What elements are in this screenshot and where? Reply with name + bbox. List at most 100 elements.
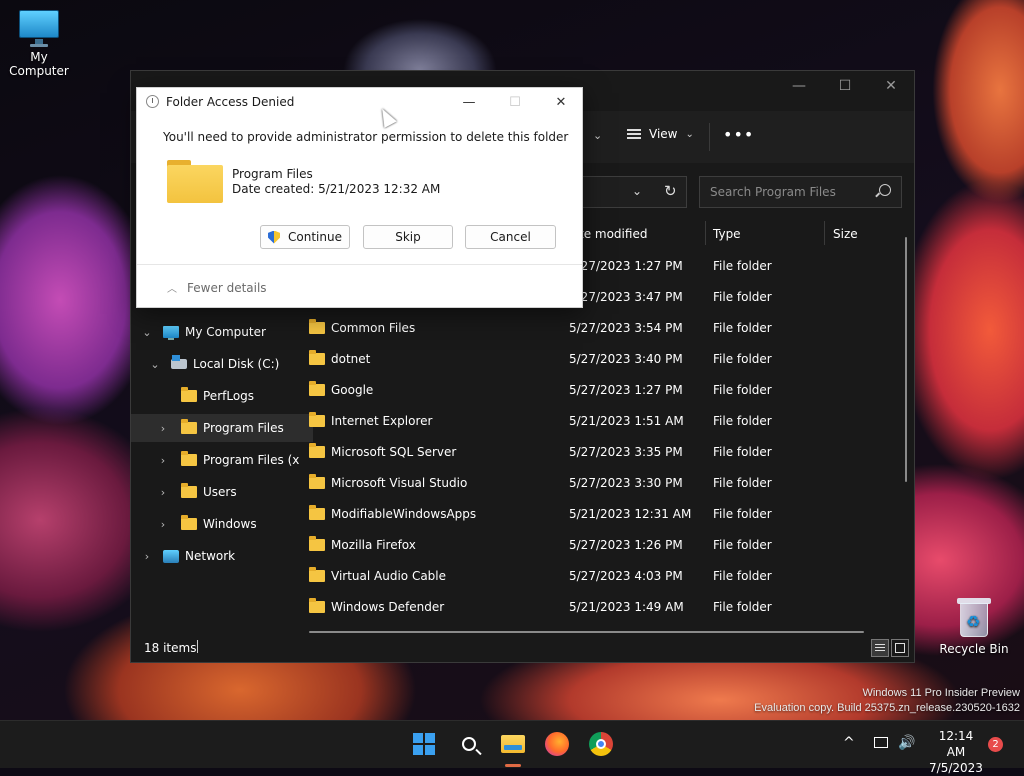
continue-button[interactable]: Continue — [260, 225, 350, 249]
chevron-right-icon[interactable]: › — [157, 486, 169, 499]
dialog-title: Folder Access Denied — [166, 95, 295, 109]
nav-item-windows[interactable]: › Windows — [131, 510, 313, 538]
close-button[interactable]: ✕ — [868, 71, 914, 101]
chevron-down-icon[interactable]: ⌄ — [632, 184, 642, 198]
table-row[interactable]: Mozilla Firefox 5/27/2023 1:26 PM File f… — [289, 530, 889, 561]
folder-icon — [309, 381, 325, 396]
network-icon[interactable] — [874, 737, 888, 748]
maximize-button[interactable]: ☐ — [822, 71, 868, 101]
column-header-type[interactable]: Type — [713, 227, 741, 241]
row-name: Microsoft Visual Studio — [331, 476, 468, 490]
row-name: Google — [331, 383, 374, 397]
maximize-button: ☐ — [509, 94, 521, 110]
taskbar-search-button[interactable] — [454, 729, 484, 759]
system-clock[interactable]: 12:14 AM 7/5/2023 — [928, 728, 984, 776]
folder-icon — [181, 515, 197, 530]
view-label: View — [649, 127, 678, 141]
column-divider[interactable] — [705, 221, 706, 245]
row-name: Mozilla Firefox — [331, 538, 416, 552]
volume-icon[interactable]: 🔊 — [898, 735, 915, 751]
table-row[interactable]: Microsoft Visual Studio 5/27/2023 3:30 P… — [289, 468, 889, 499]
desktop-icon-recycle-bin[interactable]: ♻ Recycle Bin — [934, 598, 1014, 656]
row-date: 5/27/2023 3:40 PM — [569, 352, 683, 366]
nav-item-label: Local Disk (C:) — [193, 357, 280, 371]
row-type: File folder — [713, 445, 772, 459]
disk-icon — [171, 355, 187, 369]
watermark-line: Evaluation copy. Build 25375.zn_release.… — [754, 702, 1020, 714]
notification-badge[interactable]: 2 — [988, 737, 1003, 752]
computer-icon — [163, 326, 179, 340]
row-date: 5/27/2023 4:03 PM — [569, 569, 683, 583]
row-type: File folder — [713, 321, 772, 335]
table-row[interactable]: dotnet 5/27/2023 3:40 PM File folder — [289, 344, 889, 375]
active-app-indicator — [505, 764, 521, 767]
table-row[interactable]: Internet Explorer 5/21/2023 1:51 AM File… — [289, 406, 889, 437]
row-type: File folder — [713, 600, 772, 614]
minimize-button[interactable]: — — [776, 71, 822, 101]
more-options-button[interactable]: ••• — [723, 125, 754, 144]
nav-item-local-disk[interactable]: ⌄ Local Disk (C:) — [131, 350, 305, 378]
table-row[interactable]: Windows Defender 5/21/2023 1:49 AM File … — [289, 592, 889, 623]
tiles-view-icon[interactable] — [891, 639, 909, 657]
chevron-right-icon[interactable]: › — [141, 550, 153, 563]
view-button[interactable]: View ⌄ — [627, 127, 694, 141]
table-row[interactable]: Virtual Audio Cable 5/27/2023 4:03 PM Fi… — [289, 561, 889, 592]
nav-item-label: PerfLogs — [203, 389, 255, 403]
taskbar-firefox[interactable] — [542, 729, 572, 759]
row-name: Windows Defender — [331, 600, 445, 614]
table-row[interactable]: Common Files 5/27/2023 3:54 PM File fold… — [289, 313, 889, 344]
cancel-button[interactable]: Cancel — [465, 225, 556, 249]
nav-item-network[interactable]: › Network — [131, 542, 297, 570]
folder-icon — [309, 319, 325, 334]
fewer-details-toggle[interactable]: ︿ Fewer details — [167, 280, 267, 296]
row-type: File folder — [713, 507, 772, 521]
chevron-right-icon[interactable]: › — [157, 518, 169, 531]
show-hidden-icons-button[interactable]: ^ — [843, 735, 855, 751]
row-type: File folder — [713, 538, 772, 552]
row-type: File folder — [713, 259, 772, 273]
table-row[interactable]: ModifiableWindowsApps 5/21/2023 12:31 AM… — [289, 499, 889, 530]
chevron-right-icon[interactable]: › — [157, 454, 169, 467]
nav-item-program-files[interactable]: › Program Files — [131, 414, 313, 442]
row-date: 5/27/2023 3:35 PM — [569, 445, 683, 459]
view-list-icon — [627, 129, 641, 139]
close-button[interactable]: ✕ — [538, 88, 584, 116]
chevron-down-icon[interactable]: ⌄ — [141, 326, 153, 339]
chevron-down-icon: ⌄ — [685, 128, 694, 140]
table-row[interactable]: Microsoft SQL Server 5/27/2023 3:35 PM F… — [289, 437, 889, 468]
taskbar-file-explorer[interactable] — [498, 729, 528, 759]
details-view-icon[interactable] — [871, 639, 889, 657]
start-button[interactable] — [409, 729, 439, 759]
column-header-size[interactable]: Size — [833, 227, 858, 241]
desktop-icon-my-computer[interactable]: My Computer — [0, 10, 79, 78]
nav-item-label: Users — [203, 485, 237, 499]
uac-shield-icon — [268, 230, 281, 244]
skip-button[interactable]: Skip — [363, 225, 453, 249]
column-divider[interactable] — [824, 221, 825, 245]
chevron-down-icon[interactable]: ⌄ — [149, 358, 161, 371]
table-row[interactable]: Google 5/27/2023 1:27 PM File folder — [289, 375, 889, 406]
window-controls: — ☐ ✕ — [776, 71, 914, 101]
minimize-button[interactable]: — — [446, 88, 492, 116]
computer-icon — [19, 10, 59, 47]
folder-icon — [309, 567, 325, 582]
folder-icon — [181, 419, 197, 434]
row-type: File folder — [713, 383, 772, 397]
vertical-scrollbar[interactable] — [905, 237, 907, 482]
dialog-title-bar[interactable]: Folder Access Denied — ☐ ✕ — [137, 88, 582, 116]
toolbar-divider — [709, 123, 710, 151]
network-icon — [163, 549, 179, 563]
taskbar-chrome[interactable] — [586, 729, 616, 759]
address-bar[interactable]: ⌄ ↻ — [581, 176, 687, 208]
column-header-date[interactable]: te modified — [579, 227, 647, 241]
nav-item-my-computer[interactable]: ⌄ My Computer — [131, 318, 297, 346]
chevron-down-icon[interactable]: ⌄ — [593, 129, 602, 142]
desktop-icon-label: Recycle Bin — [939, 642, 1009, 656]
row-date: 5/21/2023 1:49 AM — [569, 600, 684, 614]
search-input[interactable]: Search Program Files — [699, 176, 902, 208]
nav-item-program-files-x86[interactable]: › Program Files (x — [131, 446, 313, 474]
nav-item-users[interactable]: › Users — [131, 478, 313, 506]
chevron-right-icon[interactable]: › — [157, 422, 169, 435]
refresh-icon[interactable]: ↻ — [664, 182, 677, 200]
row-name: ModifiableWindowsApps — [331, 507, 477, 521]
